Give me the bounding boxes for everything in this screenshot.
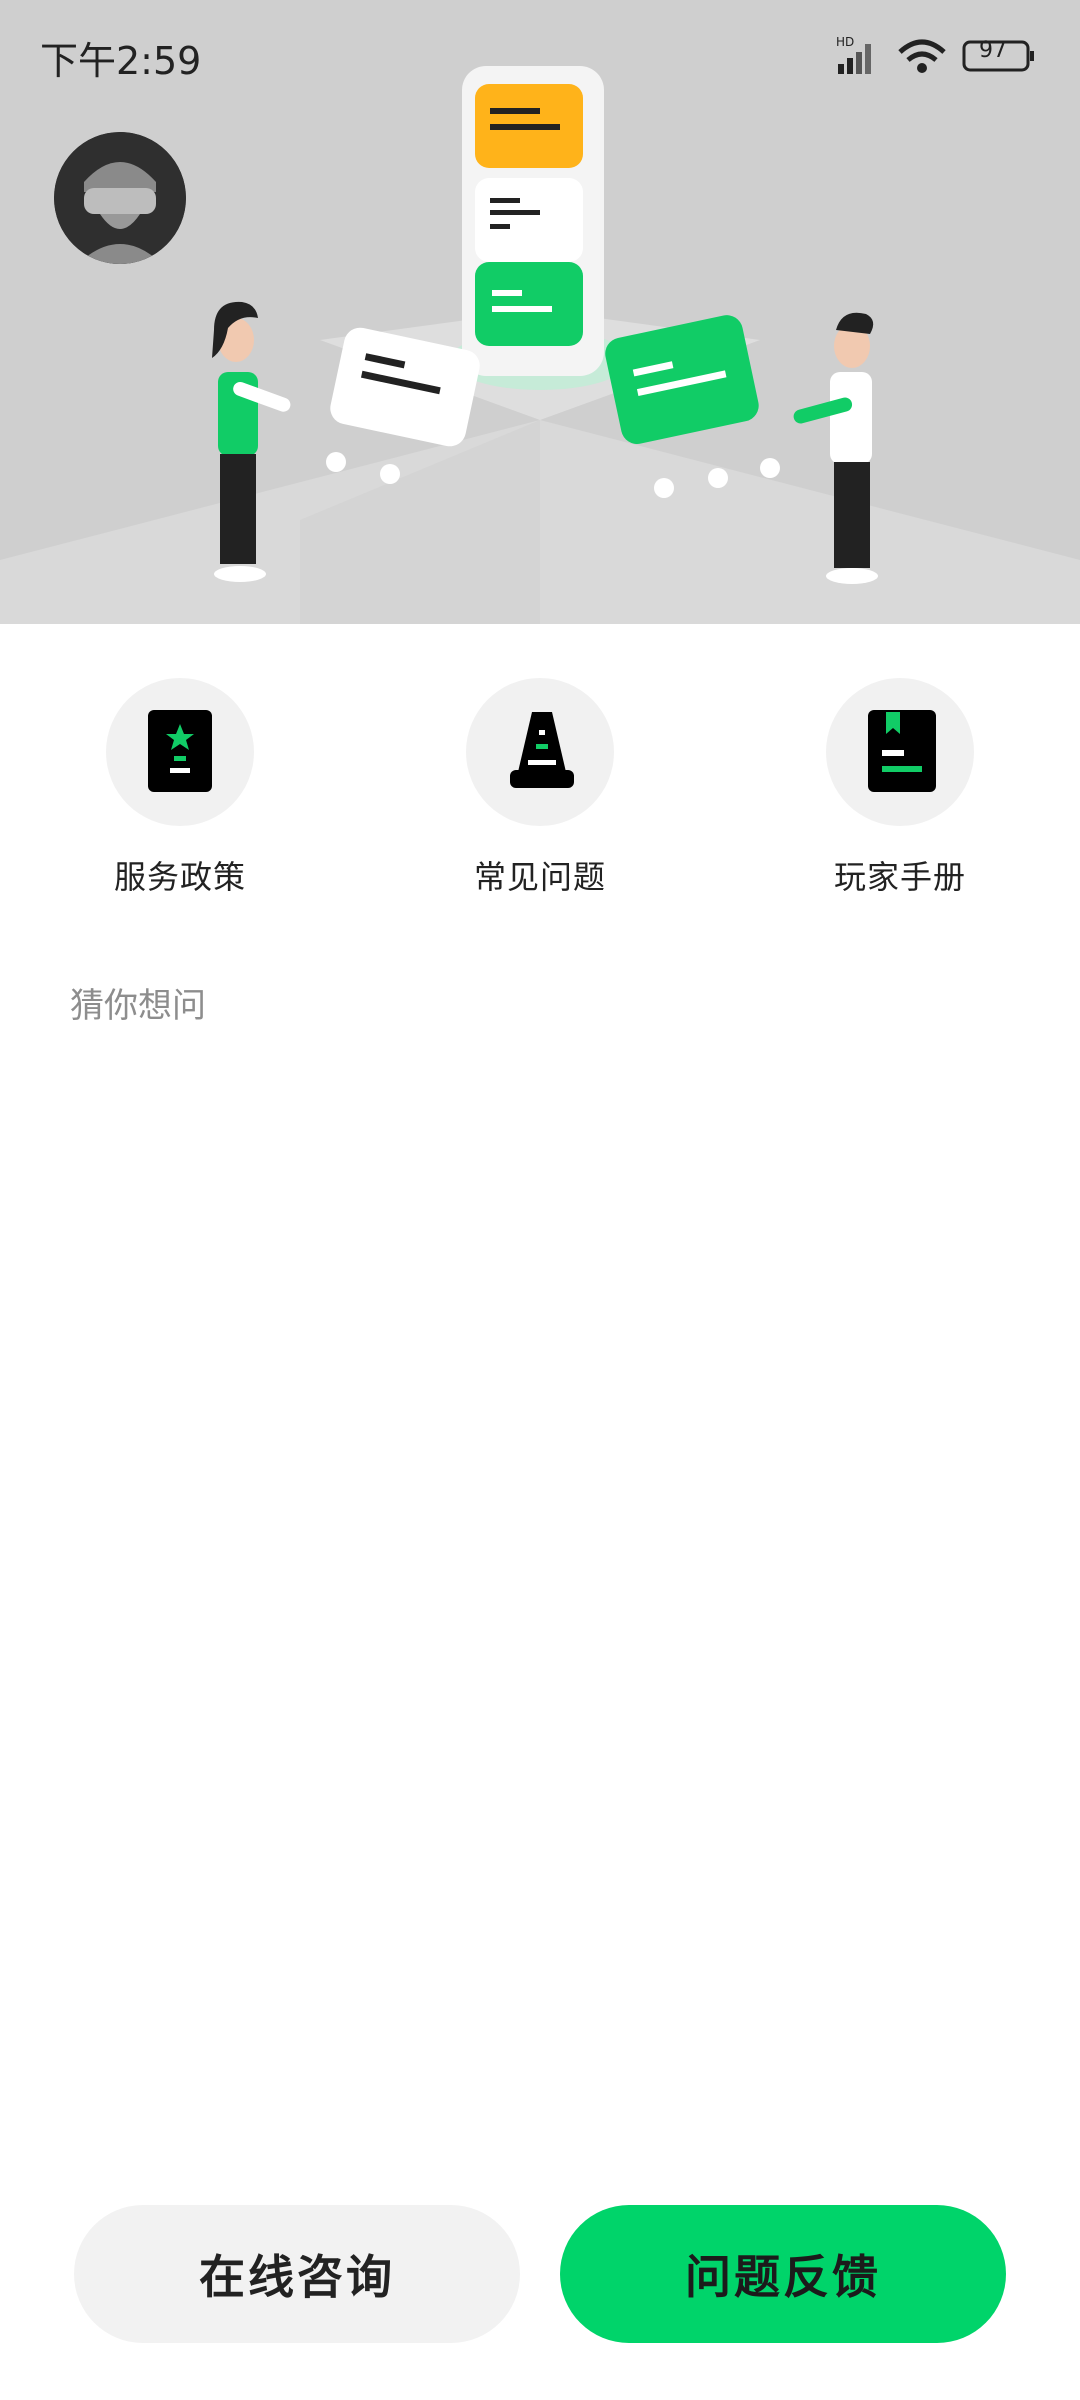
entry-label: 服务政策 [113, 858, 246, 896]
entry-icon-bg [106, 678, 254, 826]
entry-faq[interactable]: 常见问题 [420, 678, 660, 898]
manual-book-icon [868, 710, 936, 792]
entry-icon-bg [826, 678, 974, 826]
entry-service-policy[interactable]: 服务政策 [60, 678, 300, 898]
header-illustration: 下午2:59 HD 97 [0, 0, 1080, 624]
faq-cone-icon [510, 712, 574, 788]
entry-icon-bg [466, 678, 614, 826]
signal-icon: HD [836, 35, 871, 74]
guess-section-title: 猜你想问 [70, 986, 206, 1026]
status-icons: HD 97 [834, 34, 1044, 78]
entry-label: 常见问题 [473, 858, 606, 896]
wifi-icon [898, 39, 946, 73]
online-consult-button[interactable]: 在线咨询 [74, 2205, 520, 2343]
policy-book-icon [148, 710, 212, 792]
feedback-button[interactable]: 问题反馈 [560, 2205, 1006, 2343]
entry-label: 玩家手册 [833, 858, 966, 896]
user-avatar[interactable] [54, 132, 186, 264]
signal-hd-label: HD [836, 35, 854, 49]
avatar-icon [54, 132, 186, 264]
status-bar: 下午2:59 HD 97 [0, 0, 1080, 110]
status-time: 下午2:59 [40, 39, 202, 83]
battery-level: 97 [979, 38, 1007, 63]
entry-player-manual[interactable]: 玩家手册 [780, 678, 1020, 898]
